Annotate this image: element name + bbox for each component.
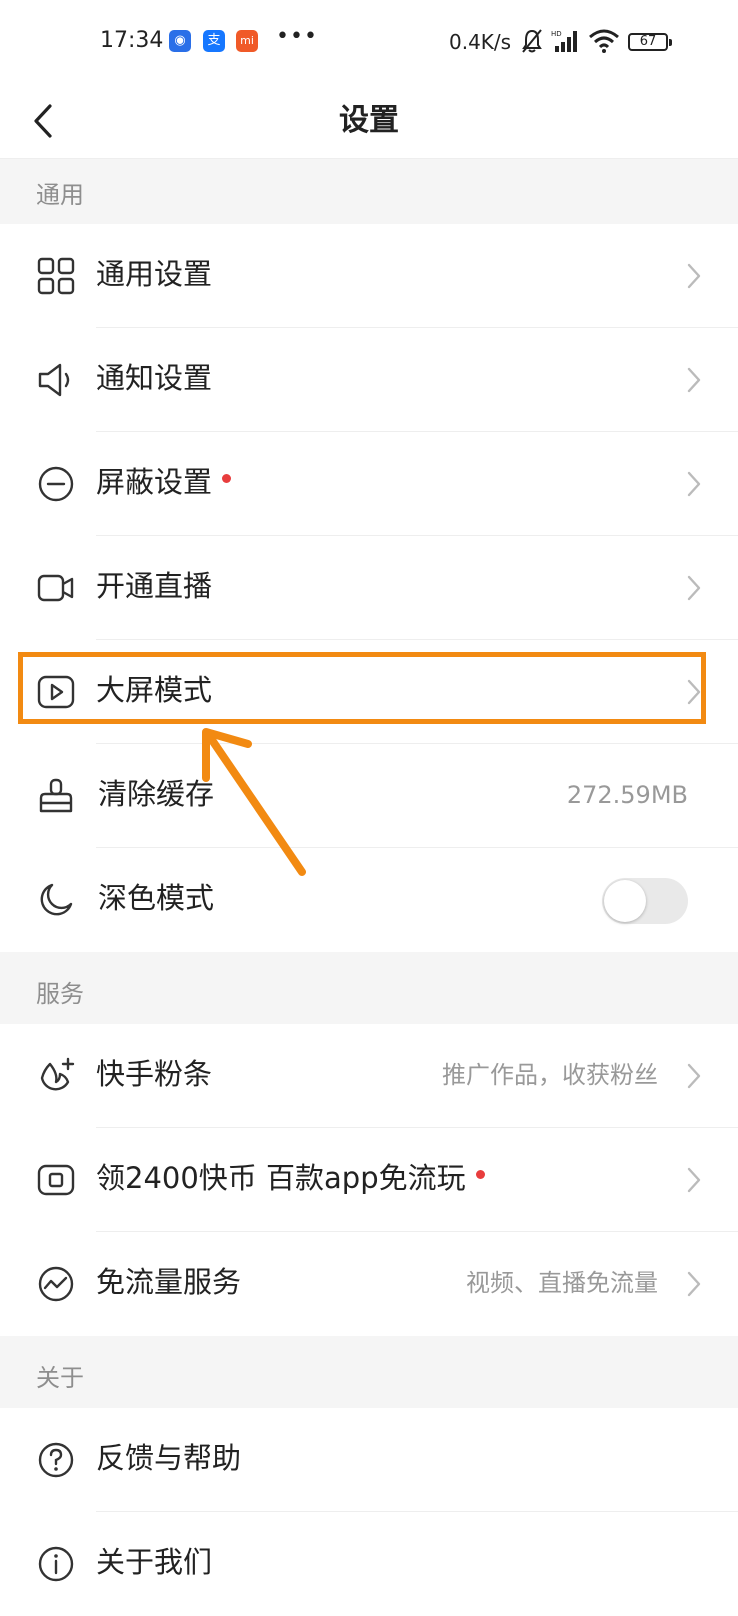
battery-indicator: 67 (628, 33, 672, 51)
row-clear-cache[interactable]: 清除缓存 272.59MB (0, 744, 738, 848)
mi-icon: mi (236, 30, 258, 52)
section-label: 通用 (36, 181, 84, 209)
row-general-settings[interactable]: 通用设置 (0, 224, 738, 328)
row-label-text: 屏蔽设置 (96, 465, 213, 499)
row-coins-promo[interactable]: 领2400快币 百款app免流玩 (0, 1128, 738, 1232)
row-value: 视频、直播免流量 (466, 1269, 658, 1297)
row-data-free-service[interactable]: 免流量服务 视频、直播免流量 (0, 1232, 738, 1336)
block-icon (38, 466, 74, 502)
row-label: 免流量服务 (96, 1265, 242, 1299)
status-bar: 17:34 ◉ 支 mi ••• 0.4K/s HD 67 (0, 0, 738, 88)
row-label: 快手粉条 (96, 1057, 213, 1091)
section-header-about: 关于 (0, 1336, 738, 1408)
cache-size-value: 272.59MB (566, 781, 688, 809)
video-camera-icon (37, 574, 74, 602)
section-label: 服务 (36, 980, 84, 1008)
data-free-icon (38, 1266, 74, 1302)
annotation-arrow-icon (202, 728, 306, 876)
row-label: 领2400快币 百款app免流玩 (96, 1158, 485, 1198)
row-label: 反馈与帮助 (96, 1441, 242, 1475)
highlight-annotation-box (18, 652, 706, 724)
moon-icon (40, 883, 73, 916)
row-block-settings[interactable]: 屏蔽设置 (0, 432, 738, 536)
status-time: 17:34 (100, 28, 164, 53)
speaker-icon (38, 363, 70, 397)
wifi-icon (589, 29, 619, 53)
red-dot-badge (475, 1169, 485, 1179)
info-icon (38, 1546, 74, 1582)
svg-text:HD: HD (551, 30, 562, 38)
row-notification-settings[interactable]: 通知设置 (0, 328, 738, 432)
section-label: 关于 (36, 1364, 84, 1392)
fans-icon (40, 1057, 75, 1091)
row-label-text: 领2400快币 百款app免流玩 (96, 1161, 466, 1195)
chevron-right-icon (687, 471, 701, 497)
coin-icon (37, 1164, 75, 1196)
question-icon (38, 1442, 74, 1478)
chevron-right-icon (687, 575, 701, 601)
row-label: 屏蔽设置 (96, 462, 232, 502)
chevron-right-icon (687, 263, 701, 289)
page-title: 设置 (339, 103, 399, 138)
row-value: 推广作品，收获粉丝 (442, 1061, 658, 1089)
signal-icon: HD (551, 30, 577, 52)
chevron-right-icon (687, 1167, 701, 1193)
dark-mode-toggle[interactable] (602, 878, 688, 924)
row-dark-mode: 深色模式 (0, 848, 738, 952)
chevron-right-icon (687, 367, 701, 393)
navigation-header: 设置 (0, 88, 738, 159)
network-speed: 0.4K/s (449, 30, 512, 54)
row-start-live[interactable]: 开通直播 (0, 536, 738, 640)
red-dot-badge (222, 473, 232, 483)
section-header-services: 服务 (0, 952, 738, 1024)
chevron-right-icon (687, 1063, 701, 1089)
toggle-knob (604, 880, 646, 922)
row-label: 通知设置 (96, 361, 213, 395)
chevron-right-icon (687, 1271, 701, 1297)
row-label: 开通直播 (96, 569, 213, 603)
mute-bell-icon (522, 29, 542, 53)
row-about-us[interactable]: 关于我们 (0, 1512, 738, 1616)
broom-icon (39, 778, 73, 813)
row-feedback-help[interactable]: 反馈与帮助 (0, 1408, 738, 1512)
row-kuaishou-fans[interactable]: 快手粉条 推广作品，收获粉丝 (0, 1024, 738, 1128)
row-label: 关于我们 (96, 1545, 213, 1579)
section-header-general: 通用 (0, 159, 738, 224)
more-notifications-icon: ••• (276, 24, 318, 49)
map-app-icon: ◉ (169, 30, 191, 52)
row-label: 通用设置 (96, 257, 213, 291)
alipay-icon: 支 (203, 30, 225, 52)
grid-icon (37, 257, 75, 295)
